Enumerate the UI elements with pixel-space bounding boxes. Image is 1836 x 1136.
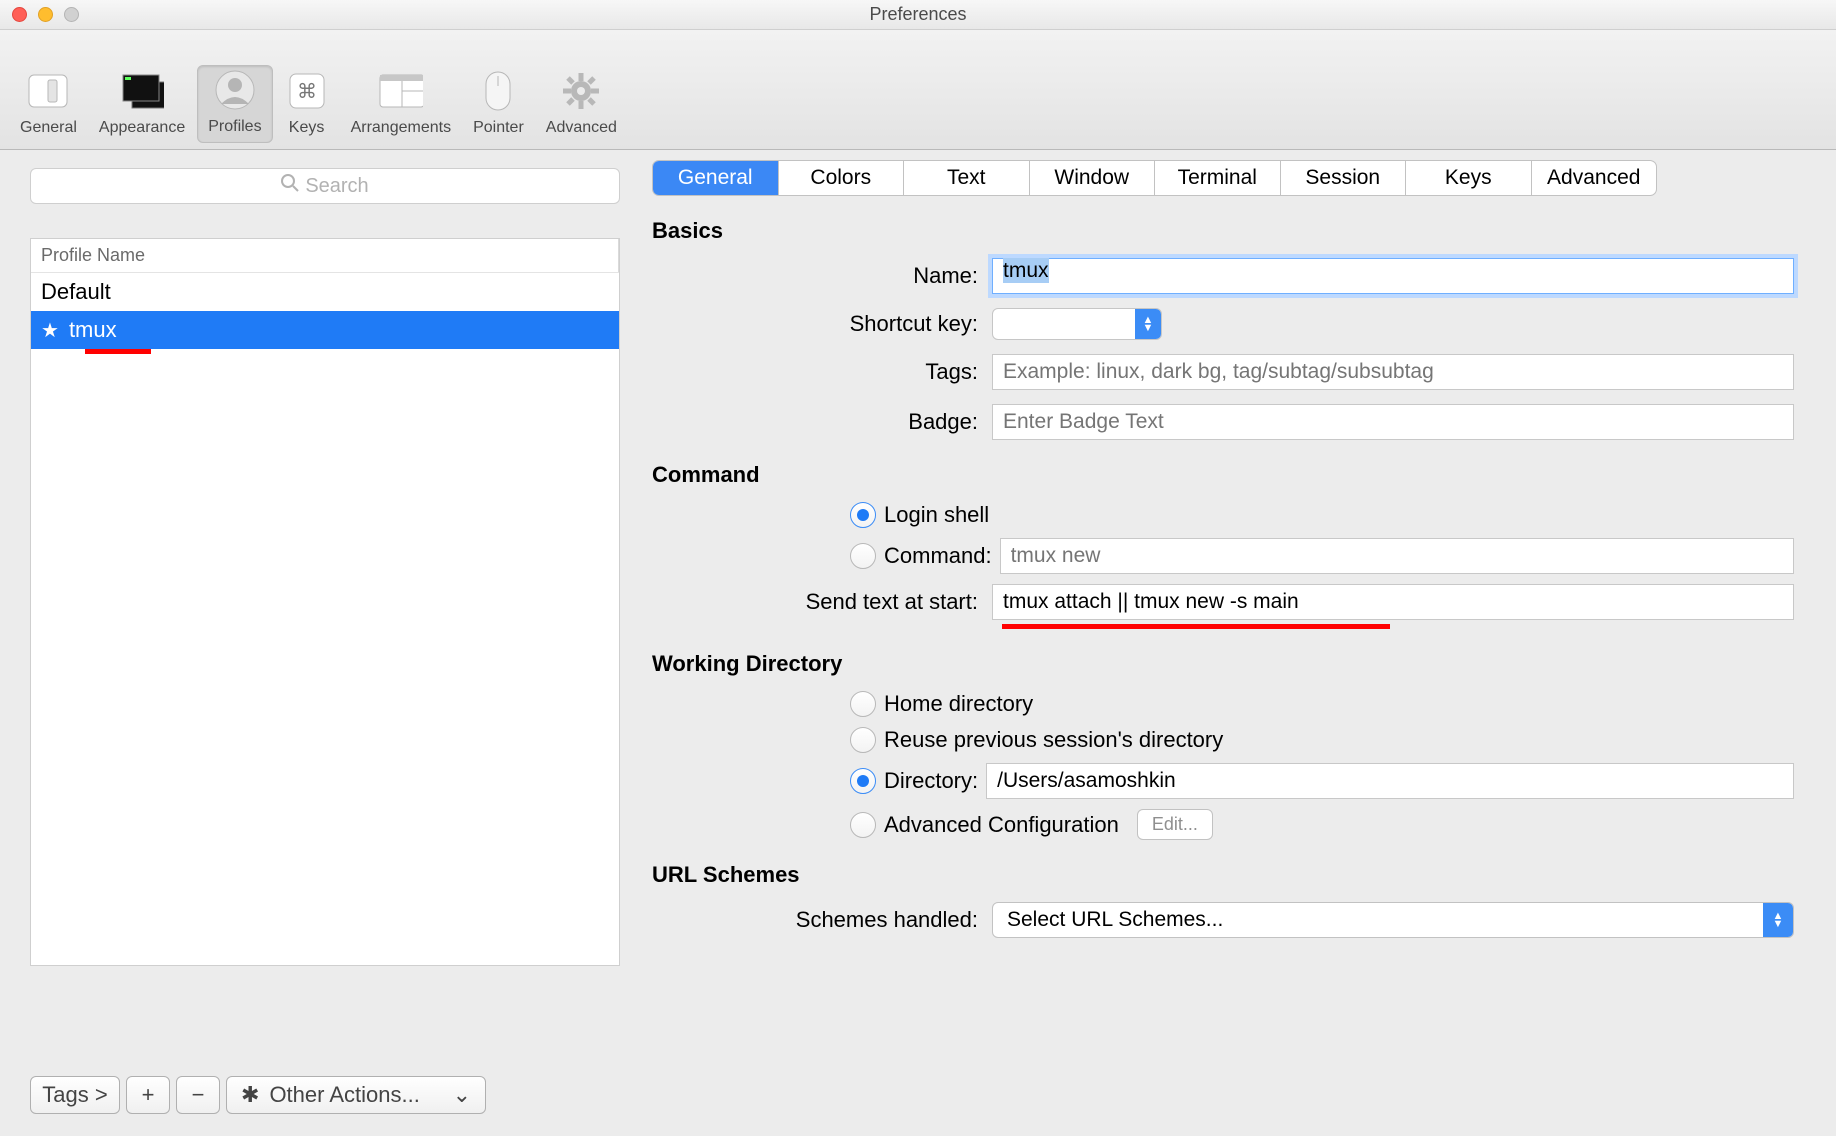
section-header-basics: Basics <box>652 218 1794 244</box>
annotation-underline <box>85 349 151 354</box>
dropdown-knob-icon: ▲▼ <box>1135 309 1161 339</box>
dropdown-knob-icon: ▲▼ <box>1763 903 1793 937</box>
profile-name: Default <box>41 279 111 305</box>
tab-general[interactable]: General <box>10 67 87 143</box>
window-title: Preferences <box>0 4 1836 25</box>
profile-main-panel: General Colors Text Window Terminal Sess… <box>630 150 1836 1136</box>
subtab-window[interactable]: Window <box>1030 161 1156 195</box>
send-text-label: Send text at start: <box>652 589 992 615</box>
command-input[interactable] <box>1000 538 1794 574</box>
profile-footer-controls: Tags > + − ✱ Other Actions... ⌄ <box>30 1076 486 1114</box>
name-input[interactable]: tmux <box>992 258 1794 294</box>
shortcut-label: Shortcut key: <box>652 311 992 337</box>
home-directory-label: Home directory <box>884 691 1033 717</box>
profile-table: Profile Name Default ★ tmux <box>30 238 620 966</box>
tab-profiles-label: Profiles <box>208 118 261 136</box>
subtab-terminal[interactable]: Terminal <box>1155 161 1281 195</box>
edit-button[interactable]: Edit... <box>1137 809 1213 840</box>
tags-filter-button[interactable]: Tags > <box>30 1076 120 1114</box>
section-header-url-schemes: URL Schemes <box>652 862 1794 888</box>
radio-advanced-config[interactable] <box>850 812 876 838</box>
arrangements-icon <box>379 69 423 113</box>
tab-appearance[interactable]: Appearance <box>89 67 195 143</box>
url-schemes-value: Select URL Schemes... <box>1007 908 1223 932</box>
tab-arrangements-label: Arrangements <box>351 119 452 137</box>
profile-subtabs: General Colors Text Window Terminal Sess… <box>652 160 1657 196</box>
switch-icon <box>26 69 70 113</box>
tab-advanced[interactable]: Advanced <box>536 67 627 143</box>
reuse-directory-label: Reuse previous session's directory <box>884 727 1223 753</box>
tab-advanced-label: Advanced <box>546 119 617 137</box>
schemes-label: Schemes handled: <box>652 907 992 933</box>
profile-search-input[interactable]: Search <box>30 168 620 204</box>
profile-sidebar: Search Profile Name Default ★ tmux Tags … <box>0 150 630 1136</box>
subtab-advanced[interactable]: Advanced <box>1532 161 1657 195</box>
title-bar: Preferences <box>0 0 1836 30</box>
gear-icon <box>559 69 603 113</box>
star-icon: ★ <box>41 318 59 343</box>
radio-home-directory[interactable] <box>850 691 876 717</box>
radio-login-shell[interactable] <box>850 502 876 528</box>
shortcut-dropdown[interactable]: ▲▼ <box>992 308 1162 340</box>
gear-icon: ✱ <box>241 1082 259 1108</box>
name-value: tmux <box>1003 258 1049 283</box>
annotation-underline <box>1002 624 1390 629</box>
other-actions-label: Other Actions... <box>269 1082 419 1108</box>
appearance-icon <box>120 69 164 113</box>
name-label: Name: <box>652 263 992 289</box>
profile-name: tmux <box>69 317 117 343</box>
badge-input[interactable] <box>992 404 1794 440</box>
subtab-session[interactable]: Session <box>1281 161 1407 195</box>
tab-arrangements[interactable]: Arrangements <box>341 67 462 143</box>
toolbar: General Appearance Profiles ⌘ Keys Arran… <box>0 30 1836 150</box>
tab-keys[interactable]: ⌘ Keys <box>275 67 339 143</box>
subtab-text[interactable]: Text <box>904 161 1030 195</box>
svg-text:⌘: ⌘ <box>297 81 317 103</box>
profile-row-tmux[interactable]: ★ tmux <box>31 311 619 349</box>
tab-pointer-label: Pointer <box>473 119 524 137</box>
tab-general-label: General <box>20 119 77 137</box>
keys-icon: ⌘ <box>285 69 329 113</box>
other-actions-button[interactable]: ✱ Other Actions... ⌄ <box>226 1076 486 1114</box>
radio-command[interactable] <box>850 543 876 569</box>
advanced-config-label: Advanced Configuration <box>884 812 1119 838</box>
directory-input[interactable] <box>986 763 1794 799</box>
tab-pointer[interactable]: Pointer <box>463 67 534 143</box>
subtab-general[interactable]: General <box>653 161 779 195</box>
profile-table-header[interactable]: Profile Name <box>31 239 619 273</box>
search-icon <box>281 174 299 198</box>
remove-profile-button[interactable]: − <box>176 1076 220 1114</box>
search-placeholder: Search <box>305 175 368 198</box>
send-text-input[interactable] <box>992 584 1794 620</box>
url-schemes-select[interactable]: Select URL Schemes... ▲▼ <box>992 902 1794 938</box>
tags-input[interactable] <box>992 354 1794 390</box>
section-header-workdir: Working Directory <box>652 651 1794 677</box>
plus-icon: + <box>142 1082 155 1108</box>
chevron-down-icon: ⌄ <box>453 1082 471 1108</box>
subtab-keys[interactable]: Keys <box>1406 161 1532 195</box>
tags-label: Tags: <box>652 359 992 385</box>
profile-row-default[interactable]: Default <box>31 273 619 311</box>
login-shell-label: Login shell <box>884 502 989 528</box>
minus-icon: − <box>192 1082 205 1108</box>
tab-keys-label: Keys <box>289 119 325 137</box>
tab-appearance-label: Appearance <box>99 119 185 137</box>
add-profile-button[interactable]: + <box>126 1076 170 1114</box>
directory-label: Directory: <box>884 768 978 794</box>
radio-reuse-directory[interactable] <box>850 727 876 753</box>
profile-icon <box>213 68 257 112</box>
tab-profiles[interactable]: Profiles <box>197 65 272 143</box>
mouse-icon <box>476 69 520 113</box>
badge-label: Badge: <box>652 409 992 435</box>
radio-directory[interactable] <box>850 768 876 794</box>
section-header-command: Command <box>652 462 1794 488</box>
command-label: Command: <box>884 543 992 569</box>
subtab-colors[interactable]: Colors <box>779 161 905 195</box>
